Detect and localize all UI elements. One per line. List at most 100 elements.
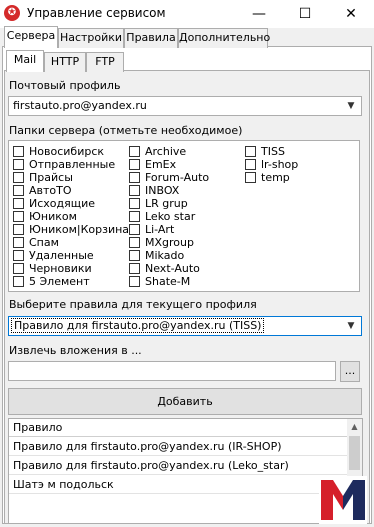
- folder-checkbox[interactable]: lr-shop: [245, 158, 298, 171]
- tab-rules[interactable]: Правила: [124, 28, 178, 48]
- folder-checkbox[interactable]: MXgroup: [129, 236, 209, 249]
- checkbox-icon[interactable]: [129, 224, 140, 235]
- folder-checkbox[interactable]: Спам: [13, 236, 129, 249]
- folders-column-2: Archive EmEx Forum-Auto INBOX LR grup Leko st…: [129, 145, 209, 288]
- profile-select[interactable]: firstauto.pro@yandex.ru ▼: [8, 96, 362, 116]
- folder-checkbox[interactable]: temp: [245, 171, 298, 184]
- checkbox-icon[interactable]: [13, 250, 24, 261]
- folder-checkbox[interactable]: Юником: [13, 210, 129, 223]
- checkbox-icon[interactable]: [129, 146, 140, 157]
- rule-select-value: Правило для firstauto.pro@yandex.ru (TIS…: [11, 318, 265, 333]
- checkbox-icon[interactable]: [129, 211, 140, 222]
- checkbox-icon[interactable]: [129, 263, 140, 274]
- folder-label: Исходящие: [29, 197, 96, 210]
- checkbox-icon[interactable]: [245, 172, 256, 183]
- window-title: Управление сервисом: [27, 6, 166, 20]
- folder-checkbox[interactable]: Archive: [129, 145, 209, 158]
- folder-checkbox[interactable]: Forum-Auto: [129, 171, 209, 184]
- tab-ftp[interactable]: FTP: [86, 52, 124, 72]
- folder-checkbox[interactable]: Юником|Корзина: [13, 223, 129, 236]
- folder-label: Юником: [29, 210, 77, 223]
- browse-button[interactable]: ...: [340, 361, 360, 382]
- folder-label: Leko star: [145, 210, 196, 223]
- tab-mail[interactable]: Mail: [6, 50, 44, 72]
- folder-checkbox[interactable]: Mikado: [129, 249, 209, 262]
- folder-checkbox[interactable]: Новосибирск: [13, 145, 129, 158]
- folder-checkbox[interactable]: Удаленные: [13, 249, 129, 262]
- rules-list: Правило Правило для firstauto.pro@yandex…: [8, 418, 363, 524]
- folder-checkbox[interactable]: TISS: [245, 145, 298, 158]
- folder-label: EmEx: [145, 158, 177, 171]
- folder-label: INBOX: [145, 184, 180, 197]
- folder-checkbox[interactable]: Отправленные: [13, 158, 129, 171]
- checkbox-icon[interactable]: [13, 276, 24, 287]
- folder-label: Прайсы: [29, 171, 73, 184]
- folder-checkbox[interactable]: EmEx: [129, 158, 209, 171]
- folder-label: Li-Art: [145, 223, 175, 236]
- checkbox-icon[interactable]: [129, 237, 140, 248]
- checkbox-icon[interactable]: [129, 159, 140, 170]
- folder-checkbox[interactable]: Прайсы: [13, 171, 129, 184]
- folder-label: Черновики: [29, 262, 92, 275]
- checkbox-icon[interactable]: [13, 237, 24, 248]
- folder-label: temp: [261, 171, 290, 184]
- folder-checkbox[interactable]: Next-Auto: [129, 262, 209, 275]
- m-logo-icon: [319, 476, 367, 524]
- folders-column-1: Новосибирск Отправленные Прайсы АвтоТО Исход…: [13, 145, 129, 288]
- rule-select-label: Выберите правила для текущего профиля: [9, 298, 257, 311]
- checkbox-icon[interactable]: [129, 276, 140, 287]
- checkbox-icon[interactable]: [129, 185, 140, 196]
- folder-label: 5 Элемент: [29, 275, 90, 288]
- checkbox-icon[interactable]: [13, 198, 24, 209]
- tab-settings[interactable]: Настройки: [58, 28, 124, 48]
- folder-label: Archive: [145, 145, 187, 158]
- folder-checkbox[interactable]: Исходящие: [13, 197, 129, 210]
- folder-label: Новосибирск: [29, 145, 105, 158]
- app-icon: ✪: [4, 5, 20, 21]
- maximize-button[interactable]: ☐: [282, 0, 328, 28]
- tab-servers[interactable]: Сервера: [4, 26, 58, 48]
- folder-checkbox[interactable]: Shate-M: [129, 275, 209, 288]
- table-row[interactable]: Шатэ м подольск: [9, 476, 349, 494]
- folder-label: LR grup: [145, 197, 188, 210]
- rule-select[interactable]: Правило для firstauto.pro@yandex.ru (TIS…: [8, 316, 362, 336]
- table-row[interactable]: Правило для firstauto.pro@yandex.ru (Lek…: [9, 457, 349, 475]
- folder-label: Удаленные: [29, 249, 94, 262]
- folder-label: Next-Auto: [145, 262, 200, 275]
- tab-additional[interactable]: Дополнительно: [178, 28, 270, 48]
- checkbox-icon[interactable]: [13, 146, 24, 157]
- scroll-up-icon[interactable]: ▲: [347, 419, 362, 434]
- folder-checkbox[interactable]: Li-Art: [129, 223, 209, 236]
- checkbox-icon[interactable]: [129, 172, 140, 183]
- checkbox-icon[interactable]: [13, 263, 24, 274]
- checkbox-icon[interactable]: [13, 159, 24, 170]
- checkbox-icon[interactable]: [245, 146, 256, 157]
- scrollbar-thumb[interactable]: [349, 436, 360, 470]
- add-button[interactable]: Добавить: [8, 388, 362, 415]
- checkbox-icon[interactable]: [129, 250, 140, 261]
- folder-label: lr-shop: [261, 158, 299, 171]
- folder-checkbox[interactable]: INBOX: [129, 184, 209, 197]
- checkbox-icon[interactable]: [13, 185, 24, 196]
- checkbox-icon[interactable]: [13, 172, 24, 183]
- close-button[interactable]: ✕: [328, 0, 374, 28]
- folders-column-3: TISS lr-shop temp: [245, 145, 298, 184]
- checkbox-icon[interactable]: [245, 159, 256, 170]
- folder-label: Forum-Auto: [145, 171, 210, 184]
- table-row[interactable]: Правило для firstauto.pro@yandex.ru (IR-…: [9, 438, 349, 456]
- minimize-button[interactable]: —: [236, 0, 282, 28]
- profile-label: Почтовый профиль: [9, 79, 121, 92]
- checkbox-icon[interactable]: [13, 224, 24, 235]
- folder-checkbox[interactable]: LR grup: [129, 197, 209, 210]
- folder-label: Shate-M: [145, 275, 191, 288]
- folder-label: Отправленные: [29, 158, 116, 171]
- checkbox-icon[interactable]: [13, 211, 24, 222]
- folder-checkbox[interactable]: АвтоТО: [13, 184, 129, 197]
- checkbox-icon[interactable]: [129, 198, 140, 209]
- profile-select-value: firstauto.pro@yandex.ru: [13, 99, 147, 112]
- extract-path-input[interactable]: [8, 361, 336, 381]
- folder-checkbox[interactable]: Черновики: [13, 262, 129, 275]
- tab-http[interactable]: HTTP: [44, 52, 86, 72]
- folder-checkbox[interactable]: 5 Элемент: [13, 275, 129, 288]
- folder-checkbox[interactable]: Leko star: [129, 210, 209, 223]
